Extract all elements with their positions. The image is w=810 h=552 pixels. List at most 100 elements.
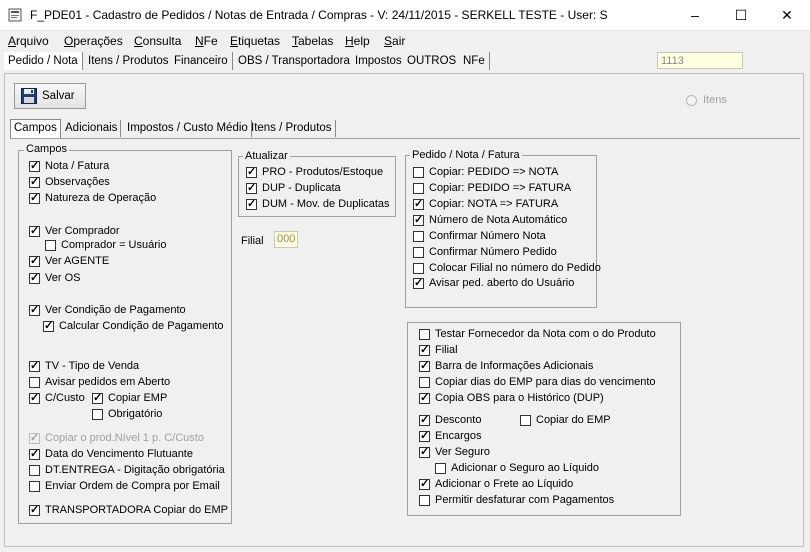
menu-etiquetas[interactable]: Etiquetas <box>230 34 280 48</box>
cb-obrigatorio[interactable]: Obrigatório <box>92 408 162 420</box>
cb-label: Encargos <box>435 430 482 442</box>
cb-calcular-condicao[interactable]: Calcular Condição de Pagamento <box>43 319 224 333</box>
cb-testar-fornecedor[interactable]: Testar Fornecedor da Nota com o do Produ… <box>419 328 656 340</box>
checkbox-icon <box>413 197 424 211</box>
cb-label: TV - Tipo de Venda <box>45 360 140 372</box>
cb-nota-fatura[interactable]: Nota / Fatura <box>29 159 110 173</box>
cb-adicionar-seguro[interactable]: Adicionar o Seguro ao Líquido <box>435 462 599 474</box>
save-button[interactable]: Salvar <box>14 83 86 109</box>
cb-label: C/Custo <box>45 392 85 404</box>
cb-transportadora-copiar[interactable]: TRANSPORTADORA Copiar do EMP <box>29 503 228 517</box>
cb-enviar-ordem-compra[interactable]: Enviar Ordem de Compra por Email <box>29 480 220 492</box>
cb-label: TRANSPORTADORA Copiar do EMP <box>45 504 228 516</box>
menu-tabelas[interactable]: Tabelas <box>292 34 333 48</box>
cb-tipo-venda[interactable]: TV - Tipo de Venda <box>29 359 140 373</box>
cb-dup-duplicata[interactable]: DUP - Duplicata <box>246 181 341 195</box>
cb-numero-nota-automatico[interactable]: Número de Nota Automático <box>413 213 567 227</box>
checkbox-icon <box>413 276 424 290</box>
cb-ver-comprador[interactable]: Ver Comprador <box>29 224 120 238</box>
checkbox-icon <box>29 480 40 492</box>
cb-copiar-pedido-fatura[interactable]: Copiar: PEDIDO => FATURA <box>413 182 571 194</box>
cb-copia-obs[interactable]: Copia OBS para o Histórico (DUP) <box>419 391 604 405</box>
minimize-button[interactable]: – <box>672 0 718 30</box>
menu-help[interactable]: Help <box>345 34 370 48</box>
cb-copiar-nota-fatura[interactable]: Copiar: NOTA => FATURA <box>413 197 558 211</box>
cb-label: Data do Vencimento Flutuante <box>45 448 193 460</box>
radio-circle-icon <box>686 94 697 106</box>
cb-copiar-emp[interactable]: Copiar EMP <box>92 391 168 405</box>
tab-financeiro[interactable]: Financeiro <box>170 52 233 70</box>
cb-label: Ver OS <box>45 272 81 284</box>
cb-label: Obrigatório <box>108 408 163 420</box>
menu-nfe[interactable]: NFe <box>195 34 218 48</box>
cb-adicionar-frete[interactable]: Adicionar o Frete ao Líquido <box>419 477 573 491</box>
cb-colocar-filial[interactable]: Colocar Filial no número do Pedido <box>413 262 601 274</box>
code-field[interactable]: 1113 <box>657 52 743 69</box>
checkbox-icon <box>419 328 430 340</box>
cb-pro-produtos[interactable]: PRO - Produtos/Estoque <box>246 165 383 179</box>
cb-label: Permitir desfaturar com Pagamentos <box>435 494 615 506</box>
cb-ver-agente[interactable]: Ver AGENTE <box>29 254 109 268</box>
cb-label: DUM - Mov. de Duplicatas <box>262 198 390 210</box>
cb-data-vencimento-flutuante[interactable]: Data do Vencimento Flutuante <box>29 447 193 461</box>
cb-ver-seguro[interactable]: Ver Seguro <box>419 445 490 459</box>
tab-nfe[interactable]: NFe <box>459 52 490 70</box>
checkbox-icon <box>29 464 40 476</box>
main-tab-strip: Pedido / Nota Itens / Produtos Financeir… <box>4 52 504 72</box>
cb-copiar-do-emp[interactable]: Copiar do EMP <box>520 414 611 426</box>
cb-avisar-pedidos[interactable]: Avisar pedidos em Aberto <box>29 376 170 388</box>
cb-label: Nota / Fatura <box>45 160 110 172</box>
cb-barra-informacoes[interactable]: Barra de Informações Adicionais <box>419 359 593 373</box>
cb-dum-mov-duplicatas[interactable]: DUM - Mov. de Duplicatas <box>246 197 390 211</box>
cb-copiar-pedido-nota[interactable]: Copiar: PEDIDO => NOTA <box>413 166 558 178</box>
atualizar-legend: Atualizar <box>243 150 290 162</box>
cb-label: Copiar EMP <box>108 392 168 404</box>
close-button[interactable]: ✕ <box>764 0 810 30</box>
cb-comprador-usuario[interactable]: Comprador = Usuário <box>45 239 166 251</box>
filial-input[interactable]: 000 <box>274 231 298 248</box>
cb-dt-entrega[interactable]: DT.ENTREGA - Digitação obrigatória <box>29 464 225 476</box>
menu-bar: Arquivo Operações Consulta NFe Etiquetas… <box>0 32 810 50</box>
tab-impostos[interactable]: Impostos <box>351 52 407 70</box>
checkbox-icon <box>413 182 424 194</box>
checkbox-icon <box>29 503 40 517</box>
itens-radio[interactable]: Itens <box>686 94 727 106</box>
checkbox-icon <box>520 414 531 426</box>
menu-arquivo[interactable]: Arquivo <box>8 34 49 48</box>
subtab-impostos-custo[interactable]: Impostos / Custo Médio <box>124 120 252 137</box>
cb-label: Avisar pedidos em Aberto <box>45 376 171 388</box>
cb-ver-os[interactable]: Ver OS <box>29 271 81 285</box>
cb-observacoes[interactable]: Observações <box>29 175 110 189</box>
checkbox-icon <box>419 359 430 373</box>
checkbox-icon <box>419 391 430 405</box>
tab-outros[interactable]: OUTROS <box>403 52 462 70</box>
cb-label: Ver Comprador <box>45 225 120 237</box>
cb-confirmar-numero-pedido[interactable]: Confirmar Número Pedido <box>413 246 557 258</box>
tab-itens-produtos[interactable]: Itens / Produtos <box>84 52 174 70</box>
checkbox-icon <box>435 462 446 474</box>
maximize-button[interactable]: ☐ <box>718 0 764 30</box>
cb-avisar-ped-aberto[interactable]: Avisar ped. aberto do Usuário <box>413 276 574 290</box>
subtab-adicionais[interactable]: Adicionais <box>62 120 122 137</box>
cb-desconto[interactable]: Desconto <box>419 413 481 427</box>
cb-filial[interactable]: Filial <box>419 343 458 357</box>
tab-obs-transportadora[interactable]: OBS / Transportadora <box>234 52 355 70</box>
cb-ccusto[interactable]: C/Custo <box>29 391 85 405</box>
subtab-campos[interactable]: Campos <box>10 119 61 138</box>
checkbox-icon <box>413 262 424 274</box>
cb-confirmar-numero-nota[interactable]: Confirmar Número Nota <box>413 230 546 242</box>
cb-copiar-dias-emp[interactable]: Copiar dias do EMP para dias do vencimen… <box>419 376 656 388</box>
cb-ver-condicao-pagamento[interactable]: Ver Condição de Pagamento <box>29 303 186 317</box>
menu-consulta[interactable]: Consulta <box>134 34 181 48</box>
menu-operacoes[interactable]: Operações <box>64 34 123 48</box>
cb-natureza-operacao[interactable]: Natureza de Operação <box>29 191 157 205</box>
checkbox-icon <box>419 413 430 427</box>
subtab-itens-produtos[interactable]: Itens / Produtos <box>248 120 336 137</box>
tab-pedido-nota[interactable]: Pedido / Nota <box>4 52 83 70</box>
cb-encargos[interactable]: Encargos <box>419 429 482 443</box>
menu-sair[interactable]: Sair <box>384 34 405 48</box>
pedido-nota-legend: Pedido / Nota / Fatura <box>410 149 522 161</box>
checkbox-icon <box>413 230 424 242</box>
cb-permitir-desfaturar[interactable]: Permitir desfaturar com Pagamentos <box>419 494 614 506</box>
cb-label: Natureza de Operação <box>45 192 157 204</box>
